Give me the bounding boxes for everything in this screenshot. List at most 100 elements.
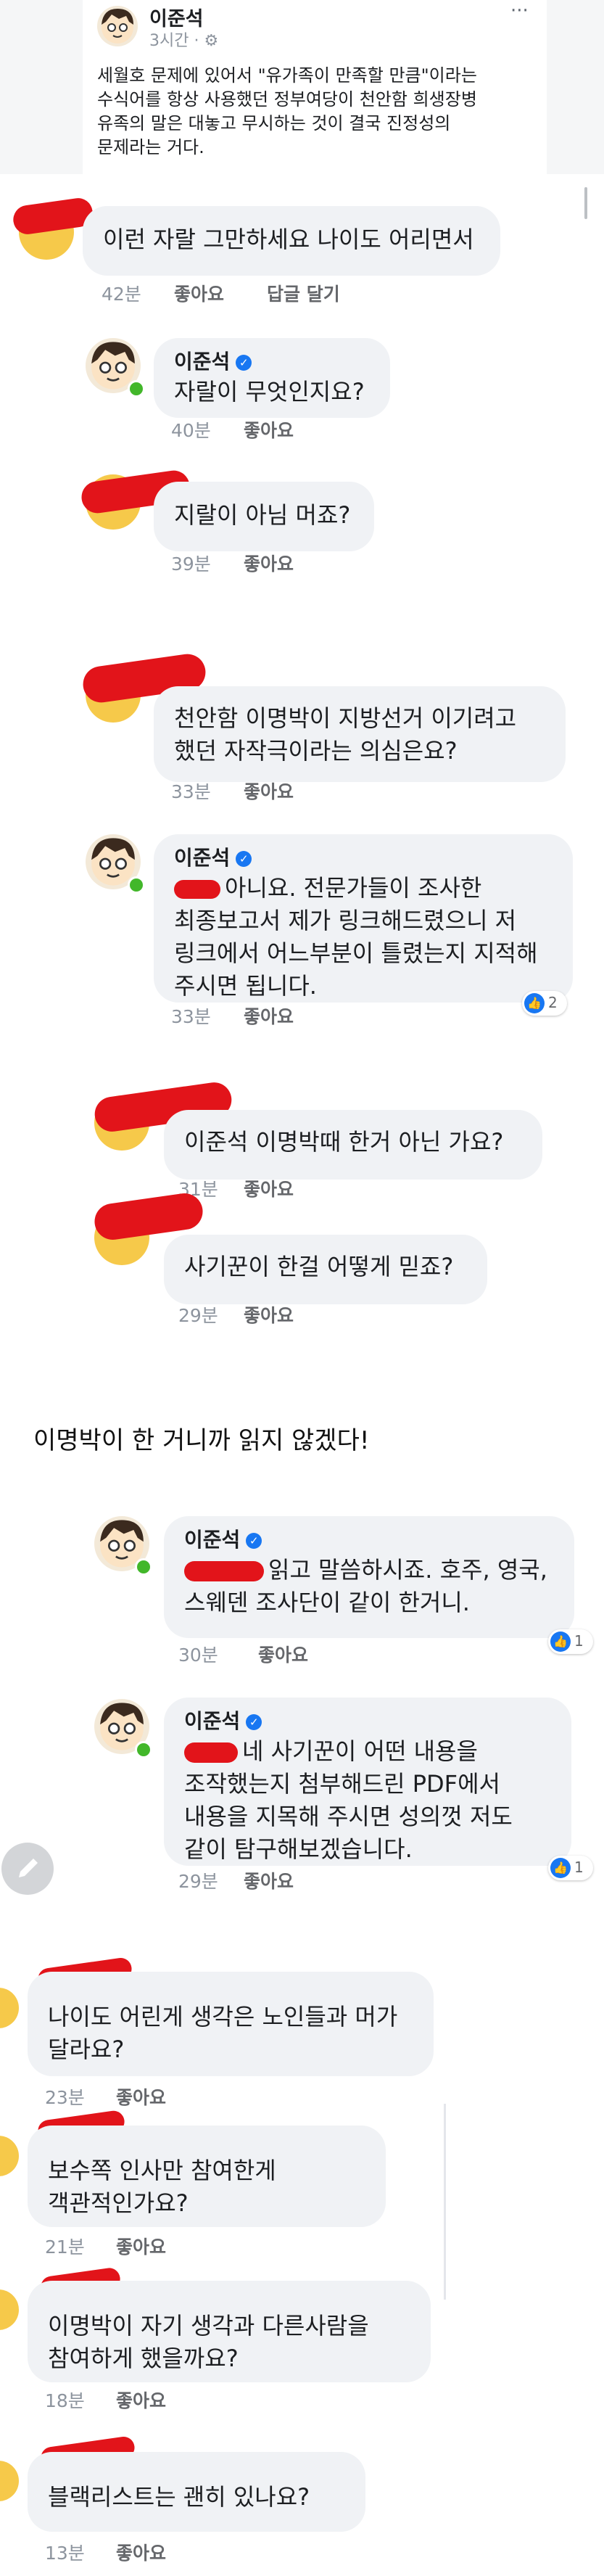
more-icon[interactable]: ··· (510, 0, 529, 22)
cartoon-face-icon (102, 9, 133, 44)
like-button[interactable]: 좋아요 (258, 1641, 308, 1667)
author-name[interactable]: 이준석 (184, 1709, 240, 1733)
comment-bubble: 이런 자랄 그만하세요 나이도 어리면서 (83, 206, 500, 276)
comment-time: 40분 (171, 420, 211, 441)
comment-line: 읽고 말씀하시죠. 호주, 영국, (268, 1556, 547, 1584)
reaction-number: 1 (574, 1859, 584, 1876)
post-line: 세월호 문제에 있어서 "유가족이 만족할 만큼"이라는 (97, 65, 477, 86)
verified-icon: ✓ (246, 1714, 262, 1730)
comment-text: 이준석 이명박때 한거 아닌 가요? (184, 1128, 504, 1156)
comment-bubble: 사기꾼이 한걸 어떻게 믿죠? (164, 1235, 487, 1304)
comment-text: 사기꾼이 한걸 어떻게 믿죠? (184, 1253, 454, 1280)
online-indicator (135, 1741, 152, 1758)
online-indicator (128, 380, 145, 398)
comment-text: 객관적인가요? (48, 2189, 189, 2217)
author-avatar[interactable] (97, 6, 138, 46)
comment-text: 달라요? (48, 2036, 125, 2063)
comment-bubble: 이준석 ✓ 아니요. 전문가들이 조사한 최종보고서 제가 링크해드렸으니 저 링… (154, 834, 573, 1003)
like-button[interactable]: 좋아요 (116, 2539, 166, 2565)
comment-bubble: 이명박이 자기 생각과 다른사람을 참여하게 했을까요? (28, 2281, 431, 2382)
scrollbar[interactable] (584, 187, 587, 219)
comment-time: 33분 (171, 781, 211, 802)
author-name[interactable]: 이준석 (174, 350, 230, 374)
comment-text: 천안함 이명박이 지방선거 이기려고 (174, 704, 517, 732)
comment-bubble: 이준석 ✓ 읽고 말씀하시죠. 호주, 영국, 스웨덴 조사단이 같이 한거니. (164, 1516, 574, 1638)
verified-icon: ✓ (246, 1533, 262, 1549)
caption-text: 이명박이 한 거니까 읽지 않겠다! (33, 1426, 370, 1455)
thumbs-up-icon: 👍 (550, 1858, 571, 1878)
comment-text: 나이도 어린게 생각은 노인들과 머가 (48, 2003, 398, 2030)
online-indicator (128, 876, 145, 894)
comment-time: 30분 (178, 1645, 218, 1666)
avatar[interactable] (0, 2461, 19, 2501)
comment-text: 스웨덴 조사단이 같이 한거니. (184, 1589, 470, 1616)
comment-time: 21분 (45, 2236, 85, 2258)
post-time: 3시간 · ⚙ (149, 32, 219, 50)
comment-bubble: 보수쪽 인사만 참여한게 객관적인가요? (28, 2126, 386, 2227)
post-card: 이준석 3시간 · ⚙ ··· 세월호 문제에 있어서 "유가족이 만족할 만큼… (83, 0, 547, 174)
edit-button[interactable] (1, 1843, 54, 1895)
reaction-count[interactable]: 👍 1 (548, 1629, 593, 1654)
like-button[interactable]: 좋아요 (116, 2233, 166, 2259)
comment-time: 13분 (45, 2543, 85, 2564)
like-button[interactable]: 좋아요 (244, 1003, 294, 1029)
reply-button[interactable]: 답글 달기 (267, 280, 340, 306)
comment-text: 보수쪽 인사만 참여한게 (48, 2157, 276, 2184)
comment-text: 아니요. 전문가들이 조사한 (174, 872, 553, 905)
comment-text: 자랄이 무엇인지요? (174, 378, 365, 406)
redaction-mark (174, 880, 220, 899)
post-line: 수식어를 항상 사용했던 정부여당이 천안함 희생장병 (97, 89, 477, 110)
comment-bubble: 이준석 ✓ 자랄이 무엇인지요? (154, 338, 390, 418)
comment-bubble: 이준석 ✓ 네 사기꾼이 어떤 내용을 조작했는지 첨부해드린 PDF에서 내용을… (164, 1698, 571, 1866)
post-body: 세월호 문제에 있어서 "유가족이 만족할 만큼"이라는 수식어를 항상 사용했… (97, 64, 547, 160)
comment-bubble: 블랙리스트는 괜히 있나요? (28, 2452, 365, 2532)
comment-text: 했던 자작극이라는 의심은요? (174, 737, 458, 765)
pencil-icon (19, 1859, 38, 1877)
avatar[interactable] (0, 2289, 19, 2330)
like-button[interactable]: 좋아요 (244, 550, 294, 576)
comment-line: 아니요. 전문가들이 조사한 (225, 874, 482, 902)
reaction-count[interactable]: 👍 2 (522, 991, 567, 1016)
reaction-number: 2 (548, 994, 558, 1011)
thread-line (444, 2104, 446, 2300)
comment-text: 조작했는지 첨부해드린 PDF에서 (184, 1770, 500, 1798)
comment-bubble: 지랄이 아님 머죠? (154, 482, 374, 551)
comment-time: 29분 (178, 1871, 218, 1892)
comment-author[interactable]: 이준석 ✓ (174, 348, 370, 376)
thumbs-up-icon: 👍 (550, 1631, 571, 1652)
online-indicator (135, 1558, 152, 1576)
comment-author[interactable]: 이준석 ✓ (184, 1708, 551, 1735)
like-button[interactable]: 좋아요 (244, 1301, 294, 1328)
comment-time: 39분 (171, 554, 211, 575)
comment-text: 링크에서 어느부분이 틀렸는지 지적해 (174, 939, 538, 967)
like-button[interactable]: 좋아요 (244, 1867, 294, 1893)
like-button[interactable]: 좋아요 (116, 2387, 166, 2413)
verified-icon: ✓ (236, 851, 252, 867)
post-line: 문제라는 거다. (97, 137, 204, 157)
comment-time: 18분 (45, 2390, 85, 2411)
comment-time: 42분 (102, 284, 141, 305)
comment-author[interactable]: 이준석 ✓ (174, 844, 553, 872)
comment-text: 주시면 됩니다. (174, 972, 317, 1000)
redaction-mark (184, 1742, 238, 1763)
author-name[interactable]: 이준석 (174, 846, 230, 870)
comment-text: 지랄이 아님 머죠? (174, 501, 351, 529)
author-name[interactable]: 이준석 (184, 1528, 240, 1552)
comment-bubble: 천안함 이명박이 지방선거 이기려고 했던 자작극이라는 의심은요? (154, 686, 566, 782)
redaction-mark (184, 1561, 264, 1581)
avatar[interactable] (0, 1988, 19, 2028)
like-button[interactable]: 좋아요 (244, 778, 294, 804)
comment-bubble: 이준석 이명박때 한거 아닌 가요? (164, 1110, 542, 1180)
comment-author[interactable]: 이준석 ✓ (184, 1526, 554, 1554)
comment-text: 내용을 지목해 주시면 성의껏 저도 (184, 1803, 513, 1830)
like-button[interactable]: 좋아요 (244, 416, 294, 443)
like-button[interactable]: 좋아요 (174, 280, 224, 306)
comment-time: 33분 (171, 1006, 211, 1027)
reaction-number: 1 (574, 1632, 584, 1650)
comment-text: 같이 탐구해보겠습니다. (184, 1835, 413, 1863)
like-button[interactable]: 좋아요 (116, 2083, 166, 2110)
reaction-count[interactable]: 👍 1 (548, 1856, 593, 1880)
like-button[interactable]: 좋아요 (244, 1175, 294, 1201)
avatar[interactable] (0, 2136, 19, 2176)
verified-icon: ✓ (236, 355, 252, 371)
